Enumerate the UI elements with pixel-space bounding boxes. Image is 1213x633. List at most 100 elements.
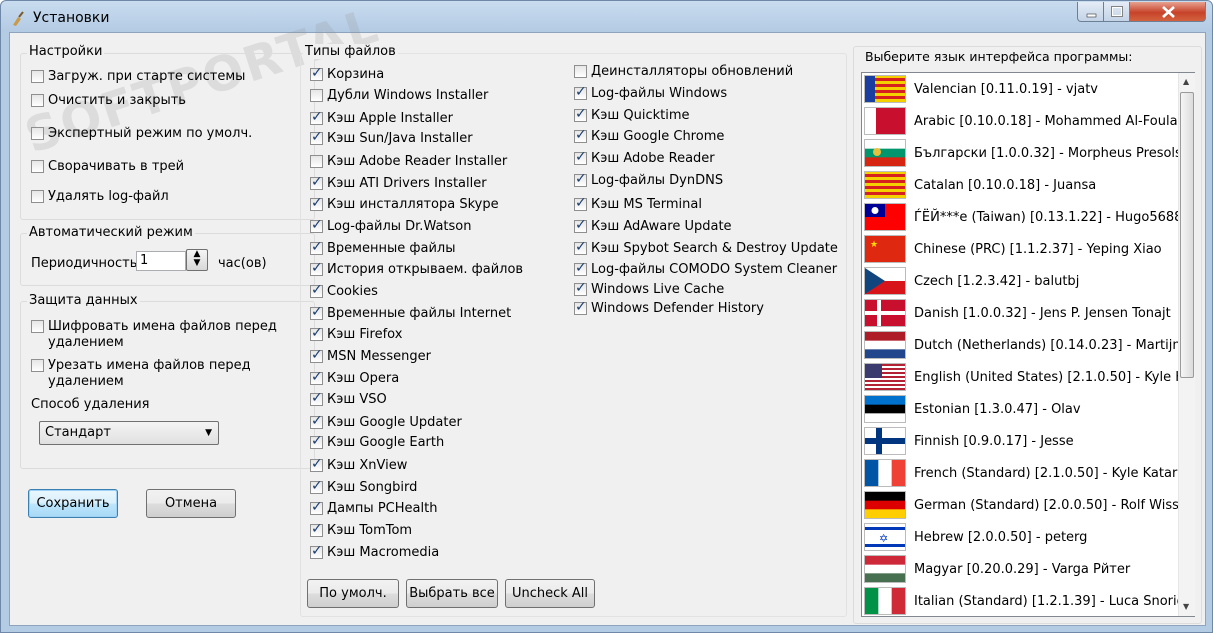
checkbox[interactable] <box>574 171 587 187</box>
language-item[interactable]: Finnish [0.9.0.17] - Jesse <box>862 425 1178 457</box>
checkbox[interactable] <box>574 127 587 143</box>
checkbox[interactable] <box>574 239 587 255</box>
filetype-option[interactable]: Временные файлы Internet <box>310 304 511 322</box>
protection-option-1[interactable]: Урезать имена файлов перед удалением <box>31 358 251 390</box>
language-item[interactable]: ✡ Hebrew [2.0.0.50] - peterg <box>862 521 1178 553</box>
checkbox[interactable] <box>31 94 44 107</box>
filetype-option[interactable]: Кэш VSO <box>310 390 387 408</box>
checkbox[interactable] <box>574 217 587 233</box>
checkbox[interactable] <box>574 260 587 276</box>
maximize-button[interactable] <box>1103 2 1130 22</box>
delete-method-select[interactable]: Стандарт ▼ <box>39 421 219 445</box>
filetype-option[interactable]: Кэш ATI Drivers Installer <box>310 174 487 192</box>
checkbox[interactable] <box>310 89 323 102</box>
checkbox[interactable] <box>31 127 44 140</box>
checkbox[interactable] <box>574 84 587 100</box>
language-item[interactable]: Dutch (Netherlands) [0.14.0.23] - Martij… <box>862 329 1178 361</box>
language-item[interactable]: French (Standard) [2.1.0.50] - Kyle Kata… <box>862 457 1178 489</box>
checkbox[interactable] <box>574 106 587 122</box>
setting-option-3[interactable]: Сворачивать в трей <box>31 159 184 175</box>
filetype-option[interactable]: Корзина <box>310 65 384 83</box>
language-item[interactable]: Magyar [0.20.0.29] - Varga Рйтer <box>862 553 1178 585</box>
setting-option-0[interactable]: Загруж. при старте системы <box>31 69 245 85</box>
checkbox[interactable] <box>310 174 323 190</box>
language-item[interactable]: Italian (Standard) [1.2.1.39] - Luca Sno… <box>862 585 1178 616</box>
title-bar[interactable]: Установки <box>1 1 1212 35</box>
language-listbox[interactable]: Valencian [0.11.0.19] - vjatv Arabic [0.1… <box>861 72 1195 617</box>
defaults-button[interactable]: По умолч. <box>307 579 399 608</box>
filetype-option[interactable]: Log-файлы COMODO System Cleaner <box>574 260 837 278</box>
checkbox[interactable] <box>310 109 323 125</box>
filetype-option[interactable]: Кэш Adobe Reader <box>574 149 715 167</box>
cancel-button[interactable]: Отмена <box>146 489 236 518</box>
checkbox[interactable] <box>310 433 323 449</box>
filetype-option[interactable]: Log-файлы Windows <box>574 84 727 102</box>
filetype-option[interactable]: Кэш Macromedia <box>310 543 439 561</box>
checkbox[interactable] <box>31 160 44 173</box>
filetype-option[interactable]: Кэш инсталлятора Skype <box>310 195 499 213</box>
scroll-down-icon[interactable]: ▼ <box>1183 602 1189 611</box>
filetype-option[interactable]: Кэш Quicktime <box>574 106 690 124</box>
language-item[interactable]: Danish [1.0.0.32] - Jens P. Jensen Tonaj… <box>862 297 1178 329</box>
checkbox[interactable] <box>574 280 587 296</box>
period-input[interactable]: 1 <box>136 251 186 271</box>
checkbox[interactable] <box>310 155 323 168</box>
checkbox[interactable] <box>574 299 587 315</box>
filetype-option[interactable]: Кэш MS Terminal <box>574 195 702 213</box>
language-item[interactable]: German (Standard) [2.0.0.50] - Rolf Wiss… <box>862 489 1178 521</box>
filetype-option[interactable]: Кэш Adobe Reader Installer <box>310 154 507 170</box>
checkbox[interactable] <box>310 217 323 233</box>
select-all-button[interactable]: Выбрать все <box>406 579 498 608</box>
setting-option-2[interactable]: Экспертный режим по умолч. <box>31 126 252 142</box>
checkbox[interactable] <box>310 195 323 211</box>
checkbox[interactable] <box>310 413 323 429</box>
filetype-option[interactable]: Дубли Windows Installer <box>310 88 488 104</box>
filetype-option[interactable]: Кэш Opera <box>310 369 399 387</box>
filetype-option[interactable]: Кэш TomTom <box>310 521 412 539</box>
filetype-option[interactable]: Кэш Google Updater <box>310 413 462 431</box>
save-button[interactable]: Сохранить <box>28 489 118 518</box>
minimize-button[interactable] <box>1077 2 1104 22</box>
filetype-option[interactable]: Кэш Apple Installer <box>310 109 453 127</box>
scrollbar-thumb[interactable] <box>1180 92 1194 378</box>
filetype-option[interactable]: Кэш Songbird <box>310 478 417 496</box>
protection-option-0[interactable]: Шифровать имена файлов перед удалением <box>31 319 277 351</box>
filetype-option[interactable]: Кэш Spybot Search & Destroy Update <box>574 239 838 257</box>
scroll-up-icon[interactable]: ▲ <box>1183 77 1189 86</box>
checkbox[interactable] <box>310 304 323 320</box>
checkbox[interactable] <box>574 65 587 78</box>
checkbox[interactable] <box>310 282 323 298</box>
checkbox[interactable] <box>310 347 323 363</box>
language-item[interactable]: English (United States) [2.1.0.50] - Kyl… <box>862 361 1178 393</box>
language-item[interactable]: Catalan [0.10.0.18] - Juansa <box>862 169 1178 201</box>
language-item[interactable]: Arabic [0.10.0.18] - Mohammed Al-Foulad <box>862 105 1178 137</box>
filetype-option[interactable]: Дампы PCHealth <box>310 499 437 517</box>
checkbox[interactable] <box>310 390 323 406</box>
checkbox[interactable] <box>31 70 44 83</box>
checkbox[interactable] <box>310 499 323 515</box>
language-item[interactable]: ★ Chinese (PRC) [1.1.2.37] - Yeping Xiao <box>862 233 1178 265</box>
checkbox[interactable] <box>574 195 587 211</box>
filetype-option[interactable]: Кэш XnView <box>310 456 407 474</box>
checkbox[interactable] <box>310 65 323 81</box>
filetype-option[interactable]: Windows Live Cache <box>574 280 724 298</box>
checkbox[interactable] <box>31 359 44 372</box>
language-item[interactable]: ЃЁЙ***е (Taiwan) [0.13.1.22] - Hugo5688 <box>862 201 1178 233</box>
checkbox[interactable] <box>310 129 323 145</box>
checkbox[interactable] <box>31 320 44 333</box>
close-button[interactable] <box>1129 2 1206 22</box>
checkbox[interactable] <box>310 325 323 341</box>
language-item[interactable]: Български [1.0.0.32] - Morpheus Presolsk… <box>862 137 1178 169</box>
checkbox[interactable] <box>31 190 44 203</box>
filetype-option[interactable]: MSN Messenger <box>310 347 431 365</box>
filetype-option[interactable]: Деинсталляторы обновлений <box>574 64 793 80</box>
filetype-option[interactable]: Кэш Google Chrome <box>574 127 724 145</box>
setting-option-4[interactable]: Удалять log-файл <box>31 189 169 205</box>
language-scrollbar[interactable]: ▲ ▼ <box>1178 73 1195 616</box>
filetype-option[interactable]: Windows Defender History <box>574 299 764 317</box>
filetype-option[interactable]: Временные файлы <box>310 239 455 257</box>
checkbox[interactable] <box>310 239 323 255</box>
language-item[interactable]: Czech [1.2.3.42] - balutbj <box>862 265 1178 297</box>
checkbox[interactable] <box>574 149 587 165</box>
filetype-option[interactable]: Log-файлы Dr.Watson <box>310 217 472 235</box>
